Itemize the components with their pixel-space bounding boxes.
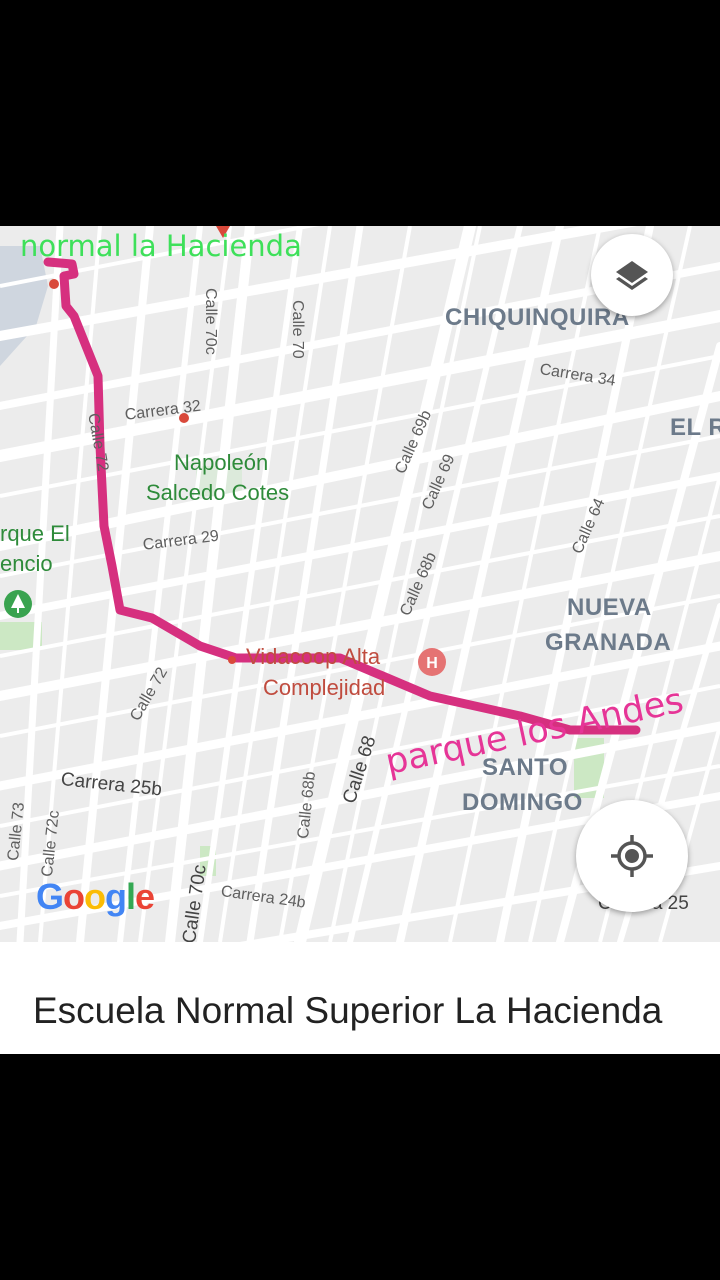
park-icon xyxy=(4,590,32,618)
svg-text:H: H xyxy=(426,655,438,672)
google-logo: Google xyxy=(36,876,155,918)
logo-letter: l xyxy=(126,876,136,917)
logo-letter: G xyxy=(36,876,64,917)
logo-letter: e xyxy=(135,876,155,917)
neighborhood-label: DOMINGO xyxy=(462,789,583,816)
start-marker xyxy=(49,279,59,289)
hospital-icon: H xyxy=(418,648,446,676)
bottom-letterbox xyxy=(0,1054,720,1280)
poi-label: Complejidad xyxy=(263,675,386,700)
park-label: Salcedo Cotes xyxy=(146,480,290,505)
my-location-button[interactable] xyxy=(576,800,688,912)
neighborhood-label: NUEVA xyxy=(567,594,652,621)
logo-letter: o xyxy=(84,876,106,917)
street-label: Calle 70c xyxy=(202,288,219,355)
poi-label: Vidacoop Alta xyxy=(246,644,381,669)
park-label: encio xyxy=(0,551,53,576)
layers-icon xyxy=(616,261,648,290)
park-label: rque El xyxy=(0,521,70,546)
top-letterbox xyxy=(0,0,720,226)
street-label: Calle 70 xyxy=(289,300,306,359)
layers-button[interactable] xyxy=(591,234,673,316)
place-panel[interactable]: Escuela Normal Superior La Hacienda xyxy=(0,942,720,1054)
poi-marker xyxy=(228,656,236,664)
map-view[interactable]: H CHIQUINQUIRA EL R NUEVA GRANADA SANTO … xyxy=(0,226,720,942)
logo-letter: o xyxy=(63,876,85,917)
park-label: Napoleón xyxy=(174,450,269,475)
neighborhood-label: EL R xyxy=(670,414,720,441)
place-title: Escuela Normal Superior La Hacienda xyxy=(33,990,663,1031)
start-annotation: normal la Hacienda xyxy=(20,229,302,263)
neighborhood-label: GRANADA xyxy=(545,629,672,656)
neighborhood-label: CHIQUINQUIRA xyxy=(445,304,630,331)
my-location-icon xyxy=(611,835,653,877)
logo-letter: g xyxy=(105,876,127,917)
